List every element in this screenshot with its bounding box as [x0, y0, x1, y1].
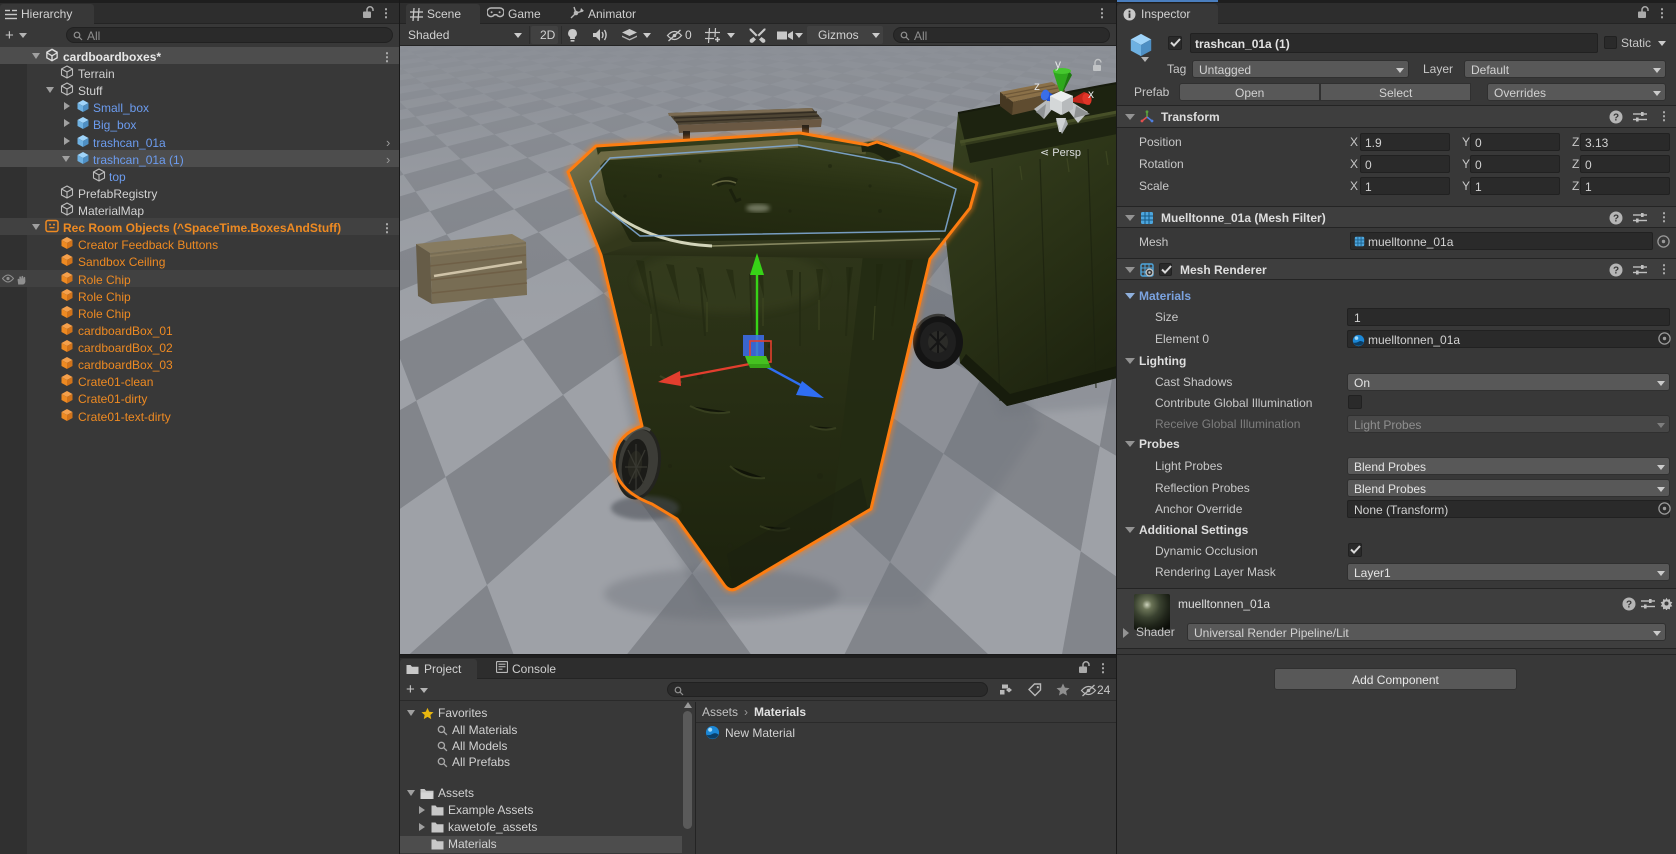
svg-text:⋖ Persp: ⋖ Persp — [1040, 147, 1081, 159]
svg-text:x: x — [1088, 87, 1094, 101]
svg-text:?: ? — [1626, 600, 1632, 611]
svg-text:y: y — [1055, 57, 1061, 71]
svg-text:z: z — [1034, 79, 1040, 93]
svg-text:?: ? — [1613, 113, 1619, 124]
svg-text:?: ? — [1613, 214, 1619, 225]
svg-text:?: ? — [1613, 266, 1619, 277]
